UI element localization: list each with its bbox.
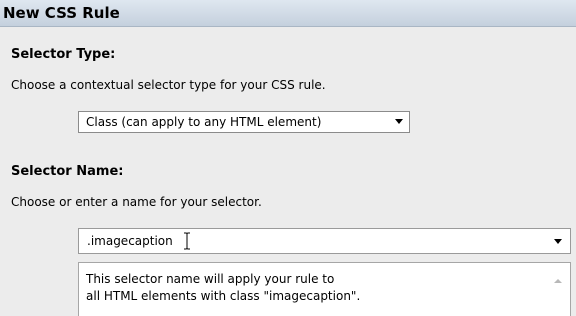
- selector-description-box: This selector name will apply your rule …: [78, 262, 571, 316]
- selector-type-selected-value: Class (can apply to any HTML element): [86, 115, 322, 129]
- selector-type-heading: Selector Type:: [11, 47, 116, 62]
- text-cursor-icon: [184, 232, 190, 250]
- selector-name-description: Choose or enter a name for your selector…: [11, 195, 262, 209]
- selector-name-input[interactable]: .imagecaption: [87, 234, 173, 248]
- dialog-titlebar: New CSS Rule: [0, 0, 576, 27]
- selector-name-combobox[interactable]: .imagecaption: [78, 228, 571, 254]
- selector-name-heading: Selector Name:: [11, 164, 124, 179]
- chevron-down-icon[interactable]: [395, 119, 403, 124]
- selector-type-dropdown[interactable]: Class (can apply to any HTML element): [78, 111, 410, 133]
- selector-info-line-1: This selector name will apply your rule …: [86, 272, 335, 286]
- new-css-rule-dialog: New CSS Rule Selector Type: Choose a con…: [0, 0, 576, 316]
- chevron-down-icon[interactable]: [554, 239, 562, 244]
- selector-type-description: Choose a contextual selector type for yo…: [11, 78, 326, 92]
- scroll-up-arrow-icon[interactable]: [554, 279, 562, 283]
- dialog-title: New CSS Rule: [3, 4, 120, 22]
- selector-info-line-2: all HTML elements with class "imagecapti…: [86, 289, 361, 303]
